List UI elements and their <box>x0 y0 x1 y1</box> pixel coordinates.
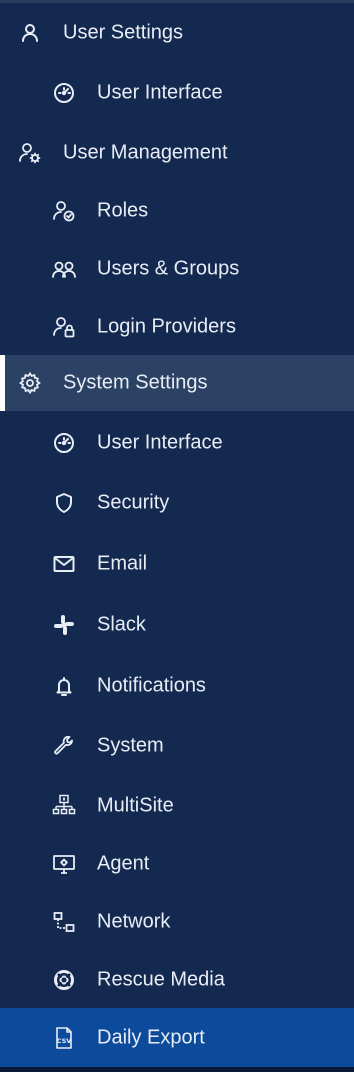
sidebar-item-roles[interactable]: Roles <box>0 186 354 236</box>
sidebar-item-users-groups[interactable]: Users & Groups <box>0 244 354 294</box>
sidebar-item-label: Slack <box>97 613 146 636</box>
sidebar-item-label: Email <box>97 552 148 575</box>
gauge-icon <box>51 430 77 456</box>
sidebar-item-label: Security <box>97 491 170 514</box>
sidebar-item-label: User Interface <box>97 431 223 454</box>
sidebar-item-email[interactable]: Email <box>0 539 354 589</box>
sidebar-item-user-interface[interactable]: User Interface <box>0 68 354 118</box>
top-border <box>0 0 354 3</box>
sidebar-item-login-providers[interactable]: Login Providers <box>0 302 354 352</box>
sidebar-item-agent[interactable]: Agent <box>0 839 354 889</box>
sidebar-item-label: System Settings <box>63 371 208 394</box>
sidebar-item-label: Rescue Media <box>97 968 225 991</box>
sidebar-item-label: Daily Export <box>97 1026 205 1048</box>
user-icon <box>17 20 43 46</box>
gauge-icon <box>51 80 77 106</box>
wrench-icon <box>51 733 77 759</box>
bell-icon <box>51 673 77 699</box>
sidebar-item-label: Login Providers <box>97 315 236 338</box>
sidebar-item-label: System <box>97 734 164 757</box>
sidebar-item-notifications[interactable]: Notifications <box>0 661 354 711</box>
bottom-border <box>0 1067 354 1072</box>
sidebar-item-label: Users & Groups <box>97 257 240 280</box>
sidebar-item-system-settings[interactable]: System Settings <box>0 355 354 411</box>
sidebar-item-label: User Settings <box>63 21 184 44</box>
slack-icon <box>51 612 77 638</box>
sidebar-item-multisite[interactable]: MultiSite <box>0 781 354 831</box>
user-lock-icon <box>51 314 77 340</box>
sidebar-item-label: User Interface <box>97 81 223 104</box>
sidebar-item-system[interactable]: System <box>0 721 354 771</box>
sitemap-icon <box>51 793 77 819</box>
shield-icon <box>51 490 77 516</box>
sidebar-item-network[interactable]: Network <box>0 897 354 947</box>
svg-text:CSV: CSV <box>57 1037 72 1045</box>
csv-file-icon: CSV <box>51 1025 77 1051</box>
sidebar-item-user-settings[interactable]: User Settings <box>0 8 354 58</box>
sidebar-item-security[interactable]: Security <box>0 478 354 528</box>
sidebar-item-label: Agent <box>97 852 150 875</box>
sidebar-item-daily-export[interactable]: CSV Daily Export <box>0 1008 354 1067</box>
sidebar-item-label: Notifications <box>97 674 206 697</box>
selection-indicator <box>0 355 5 411</box>
sidebar-item-slack[interactable]: Slack <box>0 600 354 650</box>
sidebar-item-user-interface-system[interactable]: User Interface <box>0 418 354 468</box>
user-gear-icon <box>17 140 43 166</box>
network-icon <box>51 909 77 935</box>
sidebar-item-rescue-media[interactable]: Rescue Media <box>0 955 354 1005</box>
sidebar-item-user-management[interactable]: User Management <box>0 128 354 178</box>
sidebar-item-label: Roles <box>97 199 149 222</box>
user-check-icon <box>51 198 77 224</box>
sidebar-item-label: Network <box>97 910 171 933</box>
users-icon <box>51 256 77 282</box>
monitor-gear-icon <box>51 851 77 877</box>
sidebar-item-label: MultiSite <box>97 794 174 817</box>
envelope-icon <box>51 551 77 577</box>
gear-icon <box>17 370 43 396</box>
sidebar-item-label: User Management <box>63 141 228 164</box>
lifebuoy-icon <box>51 967 77 993</box>
